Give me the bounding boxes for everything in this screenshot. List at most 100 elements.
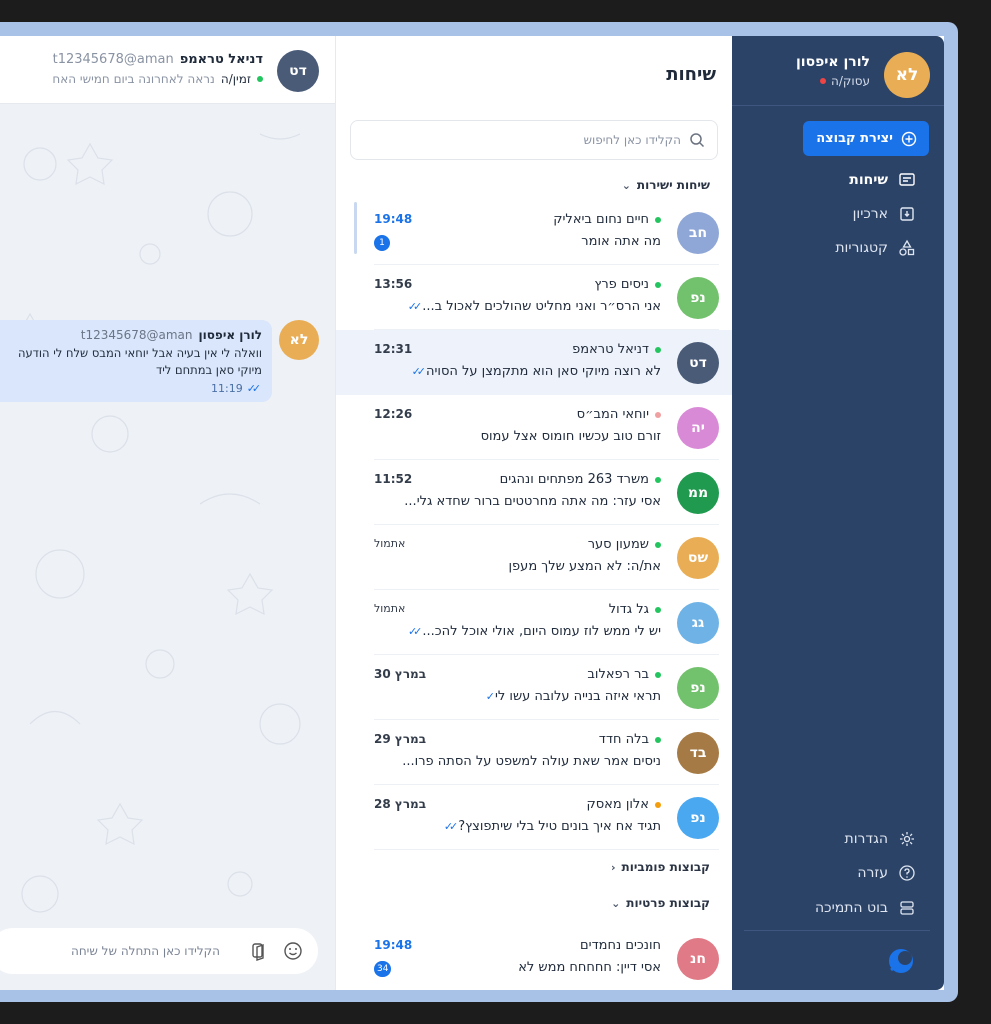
section-private-groups[interactable]: קבוצות פרטיות ⌄	[611, 896, 710, 910]
chat-preview: תראי איזה בנייה עלובה עשו לי ✓	[486, 689, 661, 704]
chat-row[interactable]: יה יוחאי המב״ס זורם טוב עכשיו חומוס אצל …	[374, 395, 719, 460]
chat-name: אלון מאסק	[587, 797, 661, 812]
chat-avatar: נפ	[677, 797, 719, 839]
chat-row[interactable]: גג גל גדול יש לי ממש לוז עמוס היום, אולי…	[374, 590, 719, 655]
chat-preview: אני הרס״ר ואני מחליט שהולכים לאכול ב... ✓…	[408, 299, 661, 314]
attach-icon[interactable]	[249, 941, 269, 961]
archive-icon	[900, 207, 914, 221]
chat-preview-text: אני הרס״ר ואני מחליט שהולכים לאכול ב...	[422, 299, 661, 314]
contact-name: דניאל טראמפ t12345678@aman	[53, 52, 263, 67]
main-sidebar: לא לורן איפסון עסוק/ה יצירת קבוצה שיחות …	[732, 36, 944, 990]
message-meta: 11:19 ✓✓	[211, 382, 262, 395]
chat-row[interactable]: שס שמעון סער את/ה: לא המצע שלך מעפן אתמו…	[374, 525, 719, 590]
chat-name-text: משרד 263 מפתחים ונהגים	[499, 472, 649, 487]
emoji-icon[interactable]	[283, 941, 303, 961]
section-public-groups[interactable]: קבוצות פומביות ‹	[611, 860, 710, 874]
online-dot	[655, 476, 661, 483]
chat-preview: לא רוצה מיוקי סאן הוא מתקמצן על הסויה ✓✓	[412, 364, 661, 379]
chat-row[interactable]: ממ משרד 263 מפתחים ונהגים אסי עזר: מה את…	[374, 460, 719, 525]
unread-badge: 1	[374, 235, 390, 251]
contact-handle: t12345678@aman	[52, 52, 174, 67]
nav-archive[interactable]: ארכיון	[853, 202, 916, 226]
chat-time: 29 במרץ	[374, 732, 427, 746]
message-input[interactable]	[10, 940, 220, 962]
chat-name-text: אלון מאסק	[586, 797, 649, 812]
nav-categories[interactable]: קטגוריות	[835, 236, 916, 260]
online-dot	[655, 281, 661, 288]
sender-avatar[interactable]: לא	[279, 320, 319, 360]
create-group-button[interactable]: יצירת קבוצה	[803, 121, 929, 156]
help-icon	[899, 865, 915, 881]
user-profile[interactable]: לא לורן איפסון עסוק/ה	[732, 36, 944, 106]
chat-row-selected[interactable]: דט דניאל טראמפ לא רוצה מיוקי סאן הוא מתק…	[336, 330, 733, 395]
nav-support-bot-label: בוט התמיכה	[815, 900, 888, 916]
contact-avatar[interactable]: דט	[277, 50, 319, 92]
chat-name: בלה חדד	[599, 732, 661, 747]
chat-avatar: נפ	[677, 277, 719, 319]
chat-name: גל גדול	[609, 602, 661, 617]
chat-row[interactable]: נפ בר רפאלוב תראי איזה בנייה עלובה עשו ל…	[374, 655, 719, 720]
chat-row[interactable]: נפ ניסים פרץ אני הרס״ר ואני מחליט שהולכי…	[374, 265, 719, 330]
chat-row[interactable]: נפ אלון מאסק תגיד אח איך בונים טיל בלי ש…	[374, 785, 719, 850]
chat-time: 11:52	[374, 472, 413, 486]
read-receipt-icon: ✓✓	[246, 382, 262, 395]
chat-name: חיים נחום ביאליק	[553, 212, 661, 227]
chat-preview: זורם טוב עכשיו חומוס אצל עמוס	[480, 429, 661, 444]
busy-dot	[655, 411, 661, 418]
contact-name-text: דניאל טראמפ	[179, 52, 263, 67]
search-input[interactable]	[361, 129, 681, 151]
message-bubble[interactable]: לורן איפסון t12345678@aman וואלה לי אין ב…	[0, 320, 272, 402]
chevron-down-icon: ⌄	[611, 896, 621, 910]
read-receipt-icon: ✓✓	[443, 820, 459, 833]
read-receipt-icon: ✓✓	[411, 365, 427, 378]
chat-preview: אסי עזר: מה אתה מחרטטים ברור שחדא גלי...	[404, 494, 661, 509]
section-direct-chats[interactable]: שיחות ישירות ⌄	[622, 178, 710, 192]
message-sender: לורן איפסון	[198, 328, 262, 342]
chat-preview: מה אתה אומר	[581, 234, 661, 249]
chat-icon	[899, 173, 915, 186]
chat-name: דניאל טראמפ	[572, 342, 661, 357]
busy-dot	[820, 78, 827, 84]
online-dot	[257, 76, 263, 82]
chat-name-text: שמעון סער	[587, 537, 649, 552]
away-dot	[655, 801, 661, 808]
chat-row[interactable]: חב חיים נחום ביאליק מה אתה אומר 19:48 1	[374, 200, 719, 265]
profile-name: לורן איפסון	[795, 54, 870, 70]
nav-chats[interactable]: שיחות	[849, 168, 916, 192]
group-row[interactable]: חנ חונכים נחמדים אסי דיין: חחחחח ממש לא …	[374, 926, 719, 990]
group-time: 19:48	[374, 938, 413, 952]
chat-avatar: חב	[677, 212, 719, 254]
chat-name: משרד 263 מפתחים ונהגים	[500, 472, 661, 487]
nav-support-bot[interactable]: בוט התמיכה	[815, 896, 916, 920]
sent-receipt-icon: ✓	[485, 690, 495, 703]
unread-badge: 34	[374, 961, 392, 977]
chat-time: אתמול	[374, 602, 406, 615]
list-scrollbar[interactable]	[354, 202, 357, 254]
nav-settings[interactable]: הגדרות	[845, 827, 916, 851]
chat-name-text: בלה חדד	[598, 732, 649, 747]
chats-panel: שיחות שיחות ישירות ⌄ חב חיים נחום ביאליק…	[335, 36, 733, 990]
nav-help[interactable]: עזרה	[857, 861, 916, 885]
online-dot	[655, 671, 661, 678]
nav-help-label: עזרה	[857, 865, 888, 881]
chevron-down-icon: ⌄	[621, 178, 631, 192]
conversation-header: דט דניאל טראמפ t12345678@aman זמין/ה נראה…	[0, 36, 335, 104]
chat-preview: תגיד אח איך בונים טיל בלי שיתפוצץ? ✓✓	[444, 819, 661, 834]
message-time: 11:19	[211, 382, 243, 395]
read-receipt-icon: ✓✓	[407, 300, 423, 313]
bot-icon	[900, 901, 914, 915]
chat-avatar: דט	[677, 342, 719, 384]
section-direct-label: שיחות ישירות	[636, 178, 710, 192]
chat-name: בר רפאלוב	[587, 667, 661, 682]
device-frame: דט דניאל טראמפ t12345678@aman זמין/ה נראה…	[0, 0, 991, 1024]
chat-row[interactable]: בד בלה חדד ניסים אמר שאת עולה למשפט על ה…	[374, 720, 719, 785]
profile-status: עסוק/ה	[820, 74, 870, 88]
chat-time: 12:26	[374, 407, 413, 421]
chat-name-text: ניסים פרץ	[594, 277, 649, 292]
chat-avatar: יה	[677, 407, 719, 449]
online-dot	[655, 346, 661, 353]
nav-chats-label: שיחות	[849, 172, 888, 188]
search-box	[350, 120, 718, 160]
online-dot	[655, 736, 661, 743]
chat-preview-text: יש לי ממש לוז עמוס היום, אולי אוכל להכ..…	[422, 624, 661, 639]
